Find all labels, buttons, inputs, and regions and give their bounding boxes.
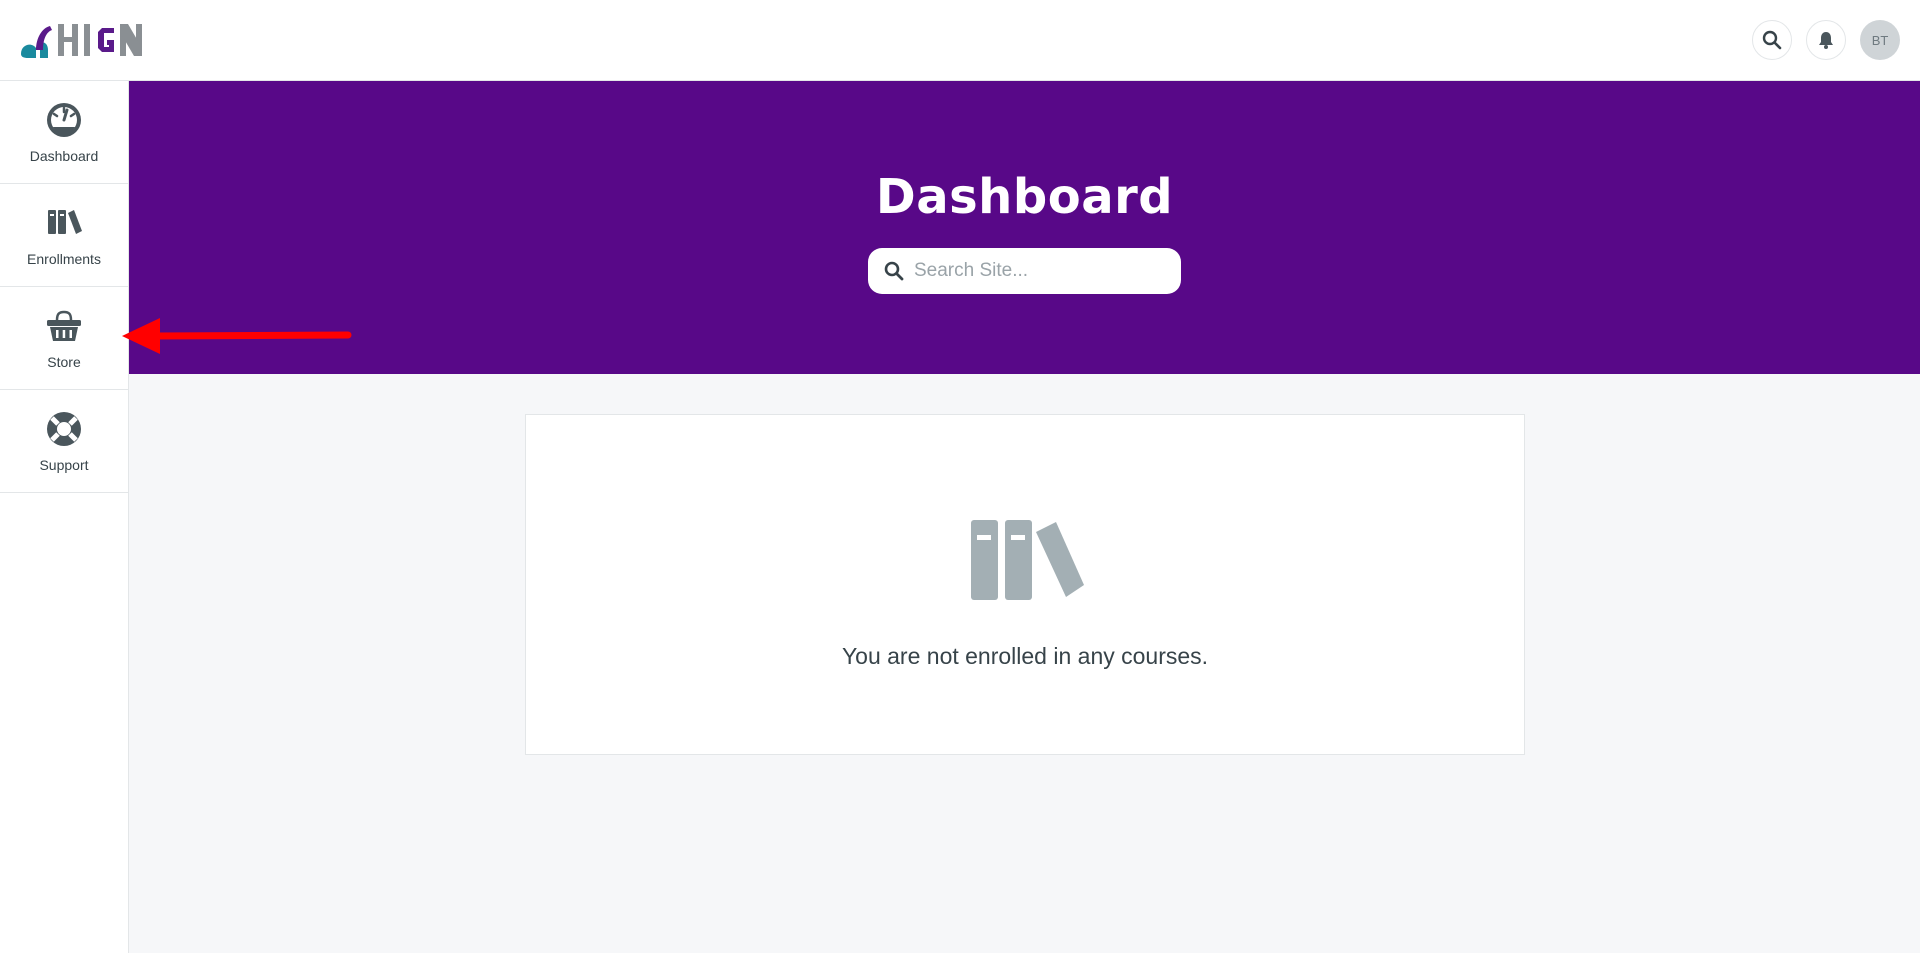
hero-banner: Dashboard — [129, 81, 1920, 374]
user-avatar[interactable]: BT — [1860, 20, 1900, 60]
enrollments-empty-card: You are not enrolled in any courses. — [525, 414, 1525, 755]
site-search-box[interactable] — [868, 248, 1181, 294]
hign-logo-icon — [21, 24, 142, 58]
books-icon — [44, 203, 84, 243]
sidebar-item-dashboard[interactable]: Dashboard — [0, 81, 128, 184]
bell-icon — [1819, 32, 1833, 49]
speedometer-icon — [44, 100, 84, 140]
sidebar: Dashboard Enrollments Store Support — [0, 81, 129, 953]
empty-state-message: You are not enrolled in any courses. — [841, 643, 1209, 669]
search-icon — [1762, 30, 1782, 50]
page-title: Dashboard — [875, 169, 1174, 225]
sidebar-item-label: Dashboard — [29, 148, 99, 164]
sidebar-item-support[interactable]: Support — [0, 390, 128, 493]
sidebar-item-enrollments[interactable]: Enrollments — [0, 184, 128, 287]
lifebuoy-icon — [44, 409, 84, 449]
site-search-input[interactable] — [914, 260, 1174, 282]
annotation-arrow — [118, 314, 354, 358]
hign-logo[interactable] — [18, 18, 150, 62]
books-icon — [966, 515, 1086, 605]
sidebar-item-label: Enrollments — [27, 251, 101, 267]
sidebar-item-store[interactable]: Store — [0, 287, 128, 390]
arrow-left-icon — [122, 318, 352, 354]
basket-icon — [44, 306, 84, 346]
search-button[interactable] — [1752, 20, 1792, 60]
sidebar-item-label: Store — [47, 354, 81, 370]
top-bar: BT — [0, 0, 1920, 81]
notifications-button[interactable] — [1806, 20, 1846, 60]
search-icon — [884, 261, 904, 281]
sidebar-item-label: Support — [39, 457, 89, 473]
